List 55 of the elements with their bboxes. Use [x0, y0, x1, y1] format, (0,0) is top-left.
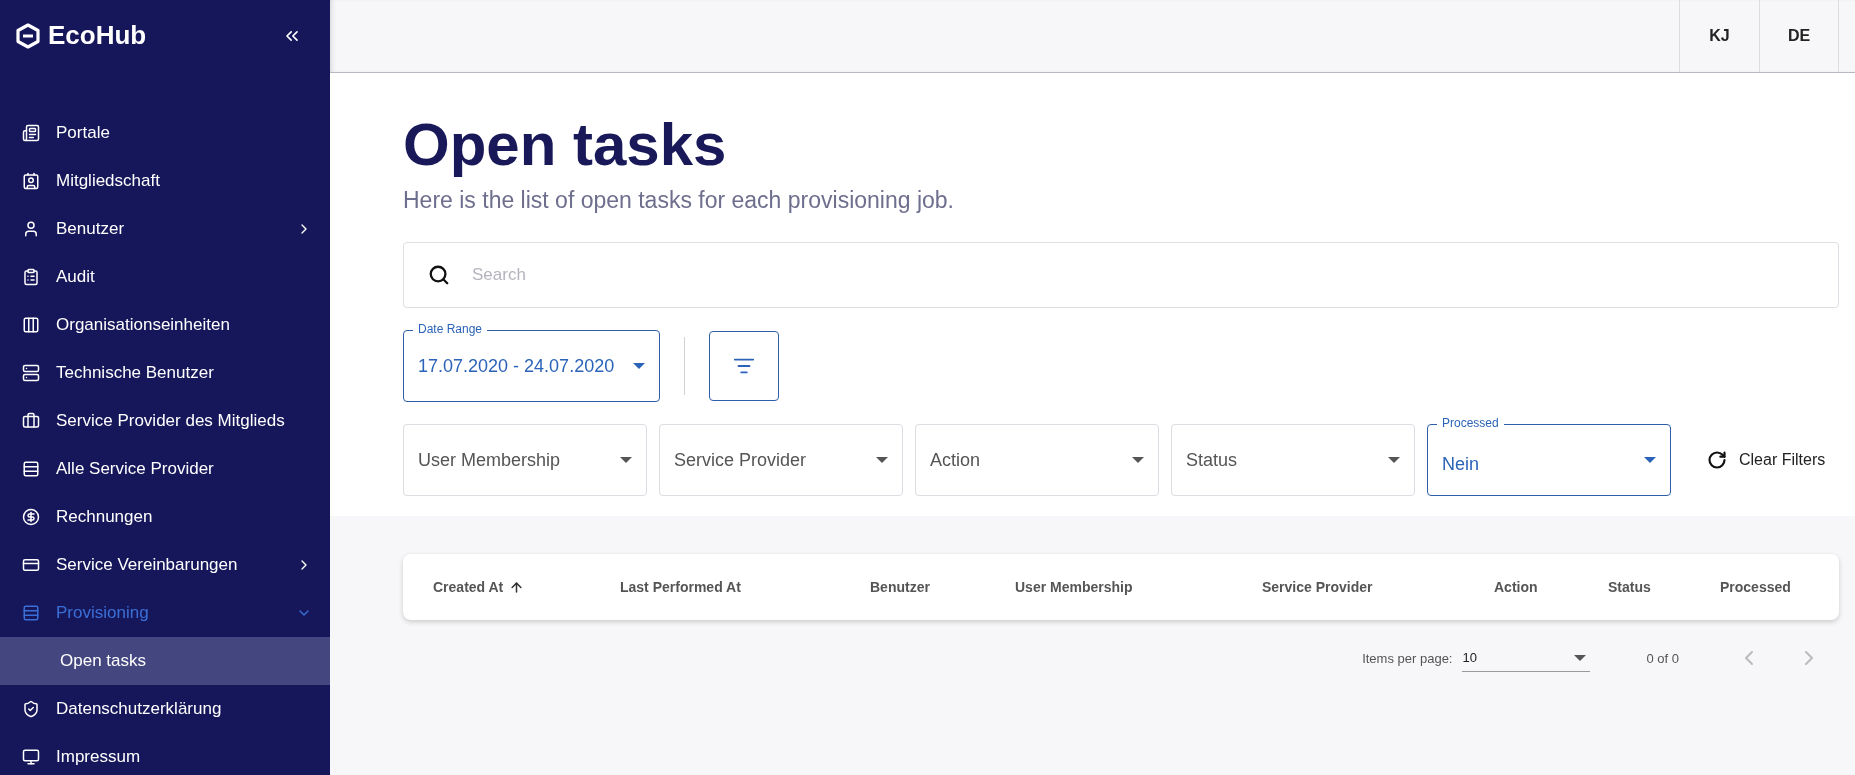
- column-header[interactable]: Processed: [1720, 579, 1791, 595]
- column-header[interactable]: Created At: [433, 579, 525, 595]
- search-icon: [428, 264, 450, 286]
- column-header[interactable]: Action: [1494, 579, 1538, 595]
- page-range: 0 of 0: [1646, 650, 1679, 666]
- column-header[interactable]: User Membership: [1015, 579, 1133, 595]
- language-button[interactable]: DE: [1759, 0, 1839, 72]
- clipboard-icon: [22, 268, 40, 286]
- dollar-icon: [22, 508, 40, 526]
- sidebar-item[interactable]: Datenschutzerklärung: [0, 685, 330, 733]
- caret-icon: [633, 363, 645, 369]
- caret-icon: [1132, 457, 1144, 463]
- column-header[interactable]: Service Provider: [1262, 579, 1373, 595]
- logo-icon: [16, 22, 40, 49]
- sidebar-item[interactable]: Organisationseinheiten: [0, 301, 330, 349]
- column-header[interactable]: Status: [1608, 579, 1651, 595]
- sidebar-item[interactable]: Impressum: [0, 733, 330, 775]
- column-header[interactable]: Last Performed At: [620, 579, 741, 595]
- caret-icon: [1574, 654, 1587, 661]
- credit-card-icon: [22, 556, 40, 574]
- clear-filters-button[interactable]: Clear Filters: [1701, 449, 1832, 471]
- sidebar-item[interactable]: Benutzer: [0, 205, 330, 253]
- sidebar-item[interactable]: Technische Benutzer: [0, 349, 330, 397]
- badge-icon: [22, 172, 40, 190]
- refresh-icon: [1707, 450, 1727, 470]
- search-field[interactable]: Search: [403, 242, 1839, 308]
- rows-icon: [22, 604, 40, 622]
- monitor-icon: [22, 748, 40, 766]
- filter-button[interactable]: [709, 331, 779, 401]
- server-icon: [22, 364, 40, 382]
- sidebar-item[interactable]: Portale: [0, 109, 330, 157]
- items-per-page-select[interactable]: 10: [1462, 644, 1591, 672]
- sidebar-subitem[interactable]: Open tasks: [0, 637, 330, 685]
- columns-icon: [22, 316, 40, 334]
- rows-icon: [22, 460, 40, 478]
- app-name: EcoHub: [48, 20, 147, 51]
- user-icon: [22, 220, 40, 238]
- sidebar-item[interactable]: Audit: [0, 253, 330, 301]
- briefcase-icon: [22, 412, 40, 430]
- caret-icon: [1388, 457, 1400, 463]
- items-per-page-label: Items per page:: [1362, 650, 1453, 666]
- card-icon: [22, 124, 40, 142]
- caret-icon: [1644, 457, 1656, 463]
- sidebar-item[interactable]: Rechnungen: [0, 493, 330, 541]
- column-header[interactable]: Benutzer: [870, 579, 930, 595]
- page-subtitle: Here is the list of open tasks for each provisioning job.: [403, 187, 955, 214]
- sidebar-item[interactable]: Mitgliedschaft: [0, 157, 330, 205]
- shield-icon: [22, 700, 40, 718]
- sidebar-item[interactable]: Alle Service Provider: [0, 445, 330, 493]
- sidebar-item[interactable]: Service Vereinbarungen: [0, 541, 330, 589]
- caret-icon: [620, 457, 632, 463]
- caret-icon: [876, 457, 888, 463]
- sidebar-item[interactable]: Service Provider des Mitglieds: [0, 397, 330, 445]
- page-title: Open tasks: [403, 110, 728, 180]
- user-initials-button[interactable]: KJ: [1679, 0, 1759, 72]
